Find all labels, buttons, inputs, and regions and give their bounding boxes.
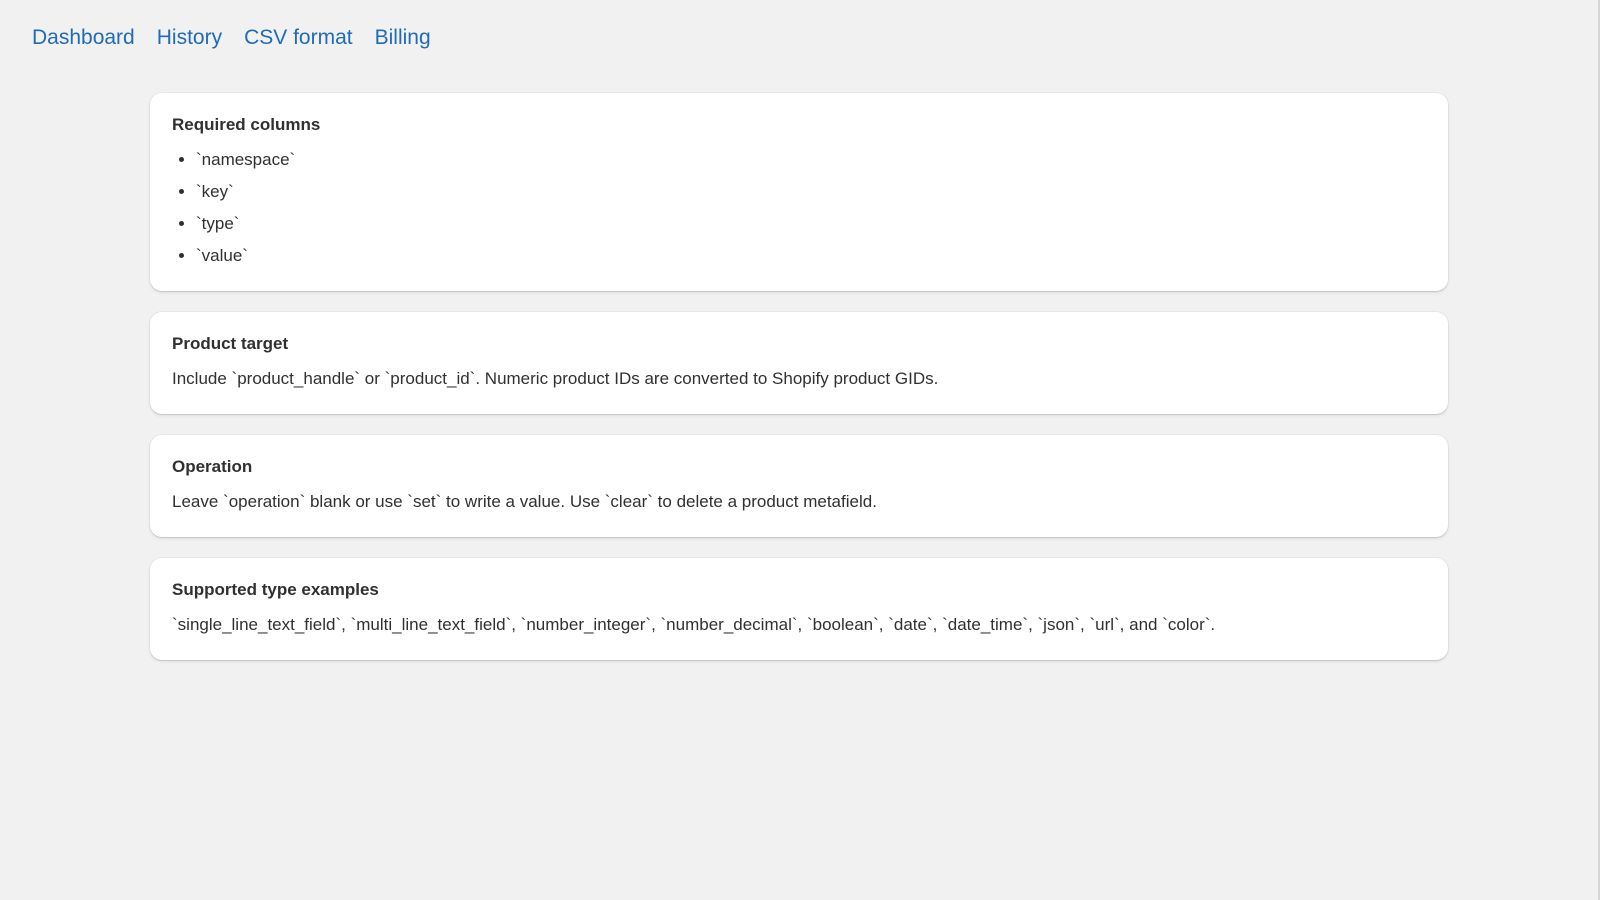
top-nav: Dashboard History CSV format Billing <box>32 26 431 50</box>
operation-text: Leave `operation` blank or use `set` to … <box>172 492 877 511</box>
product-target-text: Include `product_handle` or `product_id`… <box>172 369 939 388</box>
operation-card: Operation Leave `operation` blank or use… <box>150 435 1448 537</box>
nav-billing-link[interactable]: Billing <box>375 26 431 50</box>
nav-dashboard-link[interactable]: Dashboard <box>32 26 135 50</box>
list-item: `namespace` <box>196 149 1426 171</box>
required-columns-list: `namespace` `key` `type` `value` <box>172 149 1426 267</box>
nav-history-link[interactable]: History <box>157 26 222 50</box>
list-item: `value` <box>196 245 1426 267</box>
supported-types-card: Supported type examples `single_line_tex… <box>150 558 1448 660</box>
list-item: `key` <box>196 181 1426 203</box>
required-columns-title: Required columns <box>172 115 321 134</box>
supported-types-text: `single_line_text_field`, `multi_line_te… <box>172 615 1216 634</box>
operation-title: Operation <box>172 457 253 476</box>
nav-csv-format-link[interactable]: CSV format <box>244 26 353 50</box>
product-target-card: Product target Include `product_handle` … <box>150 312 1448 414</box>
list-item: `type` <box>196 213 1426 235</box>
main-content: Required columns `namespace` `key` `type… <box>150 93 1448 681</box>
required-columns-card: Required columns `namespace` `key` `type… <box>150 93 1448 291</box>
product-target-title: Product target <box>172 334 289 353</box>
supported-types-title: Supported type examples <box>172 580 379 599</box>
